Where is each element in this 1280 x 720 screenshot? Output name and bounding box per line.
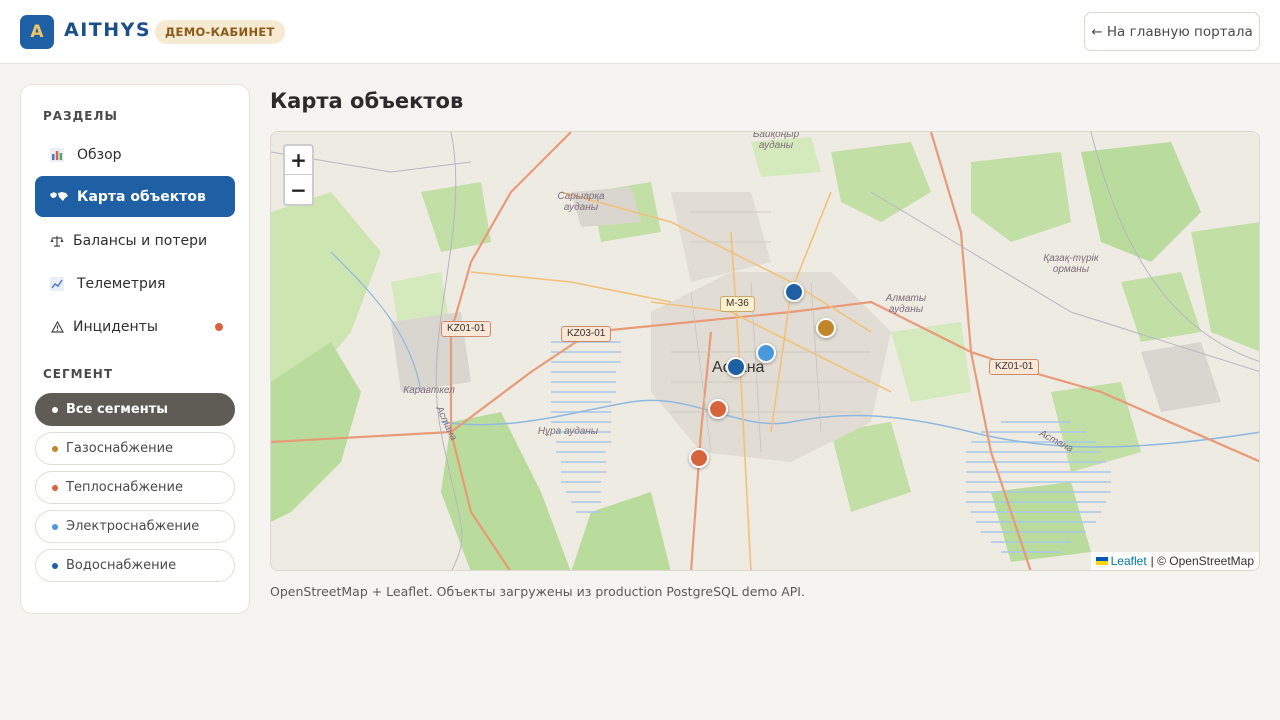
place-label: Каравткел: [403, 385, 455, 396]
sidebar-item-label: Инциденты: [73, 318, 158, 335]
segment-color-dot: [52, 406, 58, 413]
place-label: Алматы ауданы: [885, 293, 927, 315]
segment-label: Водоснабжение: [66, 558, 177, 573]
scales-icon: [49, 233, 65, 249]
incident-alert-dot: [215, 323, 223, 331]
segment-electric[interactable]: Электроснабжение: [35, 510, 235, 543]
zoom-control: + −: [283, 144, 314, 206]
top-header: A AITHYS ДЕМО-КАБИНЕТ ← На главную порта…: [0, 0, 1280, 64]
sidebar-item-balances[interactable]: Балансы и потери: [35, 220, 235, 261]
sidebar: РАЗДЕЛЫ Обзор Карта объектов Балансы и п…: [20, 84, 250, 614]
segment-all[interactable]: Все сегменты: [35, 393, 235, 426]
zoom-out-button[interactable]: −: [285, 175, 312, 204]
road-label: KZ01-01: [989, 359, 1040, 375]
sidebar-item-label: Телеметрия: [77, 275, 166, 292]
segment-label: Электроснабжение: [66, 519, 200, 534]
leaflet-link[interactable]: Leaflet: [1095, 554, 1147, 568]
sidebar-item-map[interactable]: Карта объектов: [35, 176, 235, 217]
brand-name: AITHYS: [64, 19, 152, 41]
place-label: Сарыарқа ауданы: [557, 191, 605, 213]
segment-color-dot: [52, 523, 58, 530]
world-map-icon: [49, 189, 69, 205]
segment-gas[interactable]: Газоснабжение: [35, 432, 235, 465]
gas-object-marker[interactable]: [816, 318, 836, 338]
bar-chart-icon: [49, 147, 65, 163]
water-object-marker[interactable]: [784, 282, 804, 302]
sidebar-item-label: Балансы и потери: [73, 232, 208, 249]
ukraine-flag-icon: [1095, 557, 1108, 565]
map-attribution: Leaflet | © OpenStreetMap: [1090, 552, 1259, 570]
heat-object-marker[interactable]: [708, 399, 728, 419]
segment-color-dot: [52, 445, 58, 452]
sidebar-item-telemetry[interactable]: Телеметрия: [35, 263, 235, 304]
warning-icon: [49, 319, 65, 335]
place-label: Байқоңыр ауданы: [752, 131, 800, 151]
sidebar-item-overview[interactable]: Обзор: [35, 134, 235, 175]
place-label: Нұра ауданы: [537, 426, 599, 437]
road-label: M-36: [720, 296, 755, 312]
osm-attribution-text: | © OpenStreetMap: [1150, 554, 1254, 568]
sidebar-item-label: Обзор: [77, 146, 122, 163]
leaflet-link-text: Leaflet: [1110, 554, 1147, 568]
road-label: KZ01-01: [441, 321, 492, 337]
line-chart-icon: [49, 276, 65, 292]
segment-color-dot: [52, 484, 58, 491]
page-title: Карта объектов: [270, 89, 464, 113]
segment-water[interactable]: Водоснабжение: [35, 549, 235, 582]
sidebar-item-label: Карта объектов: [77, 188, 206, 205]
logo-icon: A: [20, 15, 54, 49]
electric-object-marker[interactable]: [756, 343, 776, 363]
back-to-portal-button[interactable]: ← На главную портала: [1084, 12, 1260, 51]
segment-label: Все сегменты: [66, 402, 168, 417]
water-object-marker[interactable]: [726, 357, 746, 377]
sections-heading: РАЗДЕЛЫ: [43, 109, 118, 123]
segment-label: Теплоснабжение: [66, 480, 183, 495]
segment-label: Газоснабжение: [66, 441, 174, 456]
map-container[interactable]: KZ01-01 KZ03-01 M-36 KZ01-01 Байқоңыр ау…: [270, 131, 1260, 571]
heat-object-marker[interactable]: [689, 448, 709, 468]
map-footnote: OpenStreetMap + Leaflet. Объекты загруже…: [270, 584, 805, 599]
demo-badge: ДЕМО-КАБИНЕТ: [155, 20, 285, 44]
segment-heat[interactable]: Теплоснабжение: [35, 471, 235, 504]
place-label: Қазақ-түрік орманы: [1043, 253, 1099, 275]
segment-color-dot: [52, 562, 58, 569]
sidebar-item-incidents[interactable]: Инциденты: [35, 306, 235, 347]
road-label: KZ03-01: [561, 326, 612, 342]
zoom-in-button[interactable]: +: [285, 146, 312, 175]
segment-heading: СЕГМЕНТ: [43, 367, 114, 381]
